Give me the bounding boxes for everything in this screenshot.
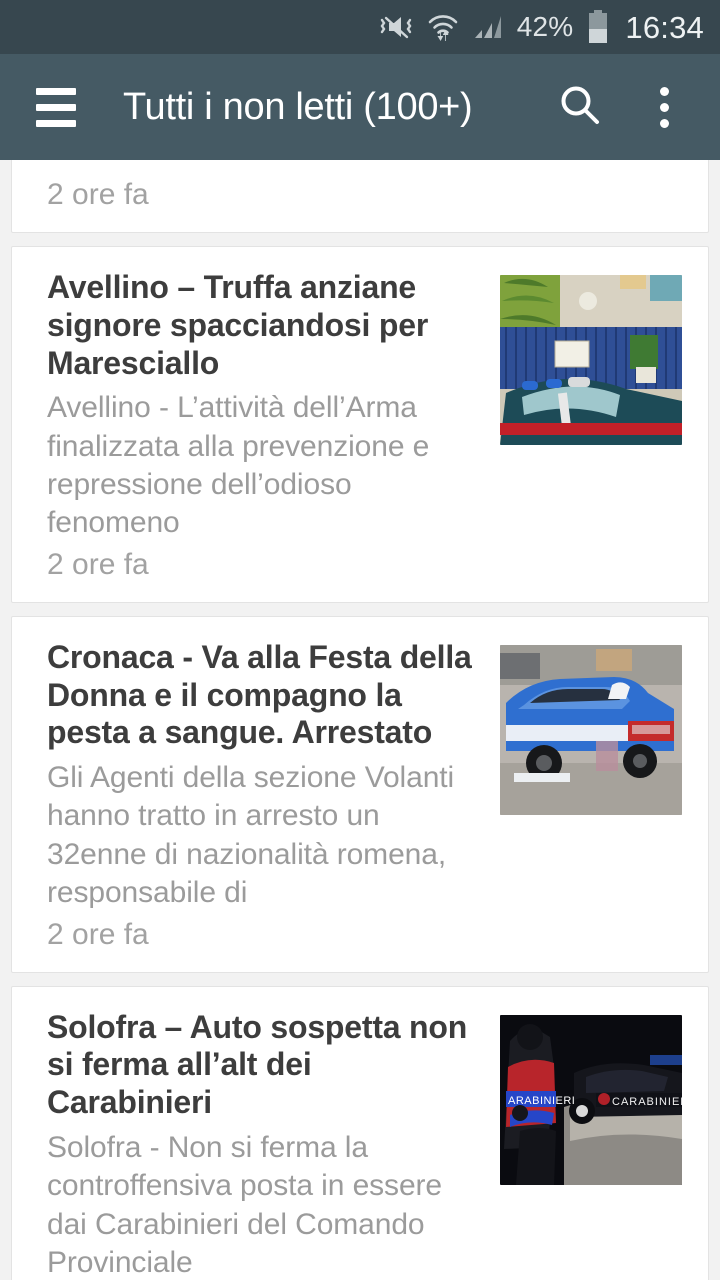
page-title: Tutti i non letti (100+): [123, 85, 473, 128]
mute-vibrate-icon: [379, 12, 413, 42]
article-headline: Avellino – Truffa anziane signore spacci…: [47, 269, 429, 381]
battery-icon: [587, 10, 609, 44]
search-button[interactable]: [548, 75, 612, 139]
article-thumbnail[interactable]: [500, 644, 682, 815]
overflow-menu-button[interactable]: [632, 75, 696, 139]
signal-icon: [473, 12, 503, 42]
search-icon: [557, 82, 603, 133]
svg-text:CARABINIER: CARABINIER: [612, 1096, 682, 1108]
status-bar: 42% 16:34: [0, 0, 720, 54]
hamburger-icon[interactable]: [36, 87, 76, 127]
hamburger-bar: [36, 103, 76, 111]
battery-percent-label: 42%: [516, 11, 574, 42]
article-list[interactable]: 2 ore fa Avellino – Truffa anziane signo…: [0, 160, 720, 1280]
article-snippet: Gli Agenti della sezione Volanti hanno t…: [47, 761, 455, 910]
article-timestamp: 2 ore fa: [47, 547, 149, 581]
article-timestamp: 2 ore fa: [47, 917, 149, 951]
article-headline: Solofra – Auto sospetta non si ferma all…: [47, 1008, 468, 1121]
clock-label: 16:34: [625, 9, 704, 45]
article-headline: Cronaca - Va alla Festa della Donna e il…: [47, 638, 472, 751]
list-item[interactable]: 2 ore fa: [11, 160, 709, 233]
overflow-menu-icon: [659, 86, 669, 128]
list-item[interactable]: Avellino – Truffa anziane signore spacci…: [11, 246, 709, 603]
article-snippet: Avellino - L’attività dell’Arma finalizz…: [47, 391, 430, 540]
kebab-dot: [659, 118, 669, 128]
article-timestamp: 2 ore fa: [47, 178, 149, 211]
app-bar: Tutti i non letti (100+): [0, 54, 720, 160]
kebab-dot: [659, 86, 669, 96]
svg-text:ARABINIERI: ARABINIERI: [508, 1095, 575, 1107]
list-item[interactable]: Cronaca - Va alla Festa della Donna e il…: [11, 615, 709, 973]
hamburger-bar: [36, 119, 76, 127]
kebab-dot: [659, 102, 669, 112]
article-snippet: Solofra - Non si ferma la controffensiva…: [47, 1130, 443, 1280]
article-thumbnail[interactable]: [500, 275, 682, 445]
hamburger-bar: [36, 87, 76, 95]
wifi-icon: [427, 12, 459, 42]
list-item[interactable]: Solofra – Auto sospetta non si ferma all…: [11, 985, 709, 1280]
article-thumbnail[interactable]: CARABINIER ARABINIERI: [500, 1014, 682, 1185]
